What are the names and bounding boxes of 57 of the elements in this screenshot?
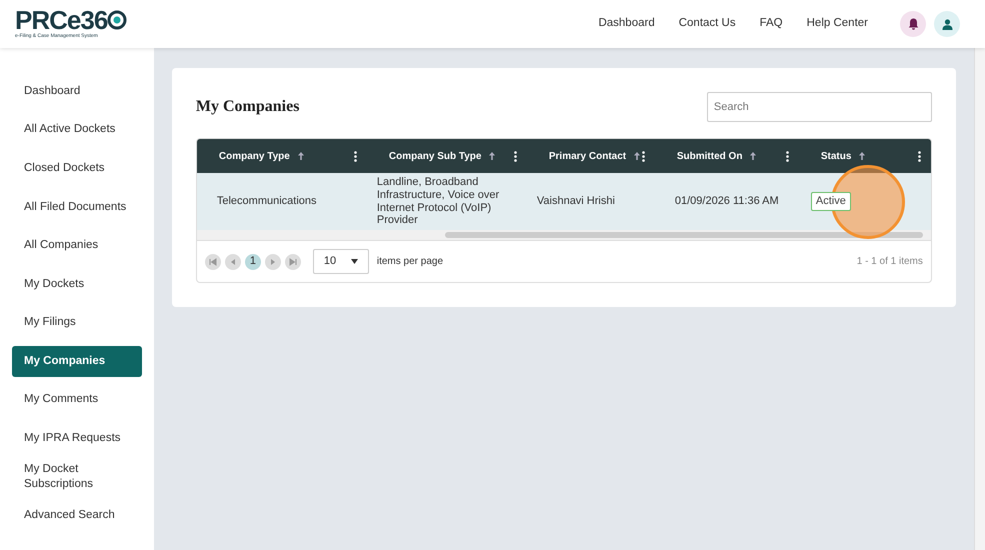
table-cell: Landline, Broadband Infrastructure, Voice over Internet Protocol (VoIP) Provider — [366, 173, 527, 230]
sidebar-item[interactable]: My Dockets — [12, 268, 142, 300]
sidebar-item[interactable]: All Companies — [12, 230, 142, 262]
panel-title: My Companies — [196, 97, 300, 117]
column-menu-icon[interactable] — [514, 150, 517, 162]
user-avatar-icon[interactable] — [934, 11, 960, 37]
column-header[interactable]: Company Sub Type — [366, 139, 527, 173]
column-header[interactable]: Status — [798, 139, 931, 173]
sidebar-item[interactable]: All Filed Documents — [12, 192, 142, 223]
caret-icon — [350, 259, 358, 264]
table-cell: Vaishnavi Hrishi — [526, 173, 655, 230]
page-size-select[interactable]: 10 — [312, 249, 369, 274]
skip-icon — [288, 258, 297, 266]
sidebar-item[interactable]: Advanced Search — [12, 500, 142, 532]
notification-bell-icon[interactable] — [900, 11, 926, 37]
pager-summary: 1 - 1 of 1 items — [856, 255, 923, 269]
sidebar-item[interactable]: My Filings — [12, 308, 142, 339]
column-header[interactable]: Company Type — [196, 139, 367, 173]
column-header[interactable]: Submitted On — [654, 139, 799, 173]
status-tag: Active — [810, 192, 851, 211]
search-field[interactable]: Search — [706, 92, 932, 122]
table-cell: Telecommunications — [196, 173, 367, 230]
column-menu-icon[interactable] — [354, 150, 357, 162]
last-page-button[interactable] — [284, 254, 301, 270]
column-menu-icon[interactable] — [786, 150, 789, 162]
page-button[interactable]: 1 — [244, 254, 261, 270]
sidebar-item[interactable]: My Companies — [12, 346, 142, 378]
sidebar-item[interactable]: Dashboard — [12, 76, 142, 107]
logo-ring-icon — [107, 10, 128, 30]
sidebar-item[interactable]: My IPRA Requests — [12, 423, 142, 454]
sort-arrow-icon[interactable] — [489, 152, 496, 160]
nav-link[interactable]: Dashboard — [598, 15, 655, 33]
nav-link[interactable]: Help Center — [806, 15, 868, 33]
table-cell: 01/09/2026 11:36 AM — [654, 173, 799, 230]
sort-arrow-icon[interactable] — [298, 152, 304, 160]
column-header[interactable]: Primary Contact — [526, 139, 655, 173]
triangle-icon — [228, 258, 237, 266]
nav-link[interactable]: FAQ — [760, 15, 783, 33]
sort-arrow-icon[interactable] — [859, 152, 866, 160]
nav-link[interactable]: Contact Us — [678, 15, 736, 33]
column-menu-icon[interactable] — [918, 150, 921, 162]
sidebar-item[interactable]: My Docket Subscriptions — [12, 462, 142, 493]
page-size-label: items per page — [376, 255, 444, 269]
next-page-button[interactable] — [264, 254, 281, 270]
sidebar-item[interactable]: Closed Dockets — [12, 153, 142, 184]
sort-arrow-icon[interactable] — [750, 152, 756, 160]
skip-icon — [208, 258, 217, 266]
sidebar-item[interactable]: My Comments — [12, 384, 142, 416]
sort-arrow-icon[interactable] — [634, 152, 640, 160]
logo-text: PRCe36 — [15, 7, 108, 34]
column-menu-icon[interactable] — [642, 150, 645, 162]
first-page-button[interactable] — [204, 254, 221, 270]
vertical-scrollbar[interactable] — [974, 48, 985, 550]
horizontal-scrollbar[interactable] — [196, 230, 931, 240]
sidebar-item[interactable]: All Active Dockets — [12, 114, 142, 146]
triangle-icon — [268, 258, 277, 266]
prev-page-button[interactable] — [224, 254, 241, 270]
